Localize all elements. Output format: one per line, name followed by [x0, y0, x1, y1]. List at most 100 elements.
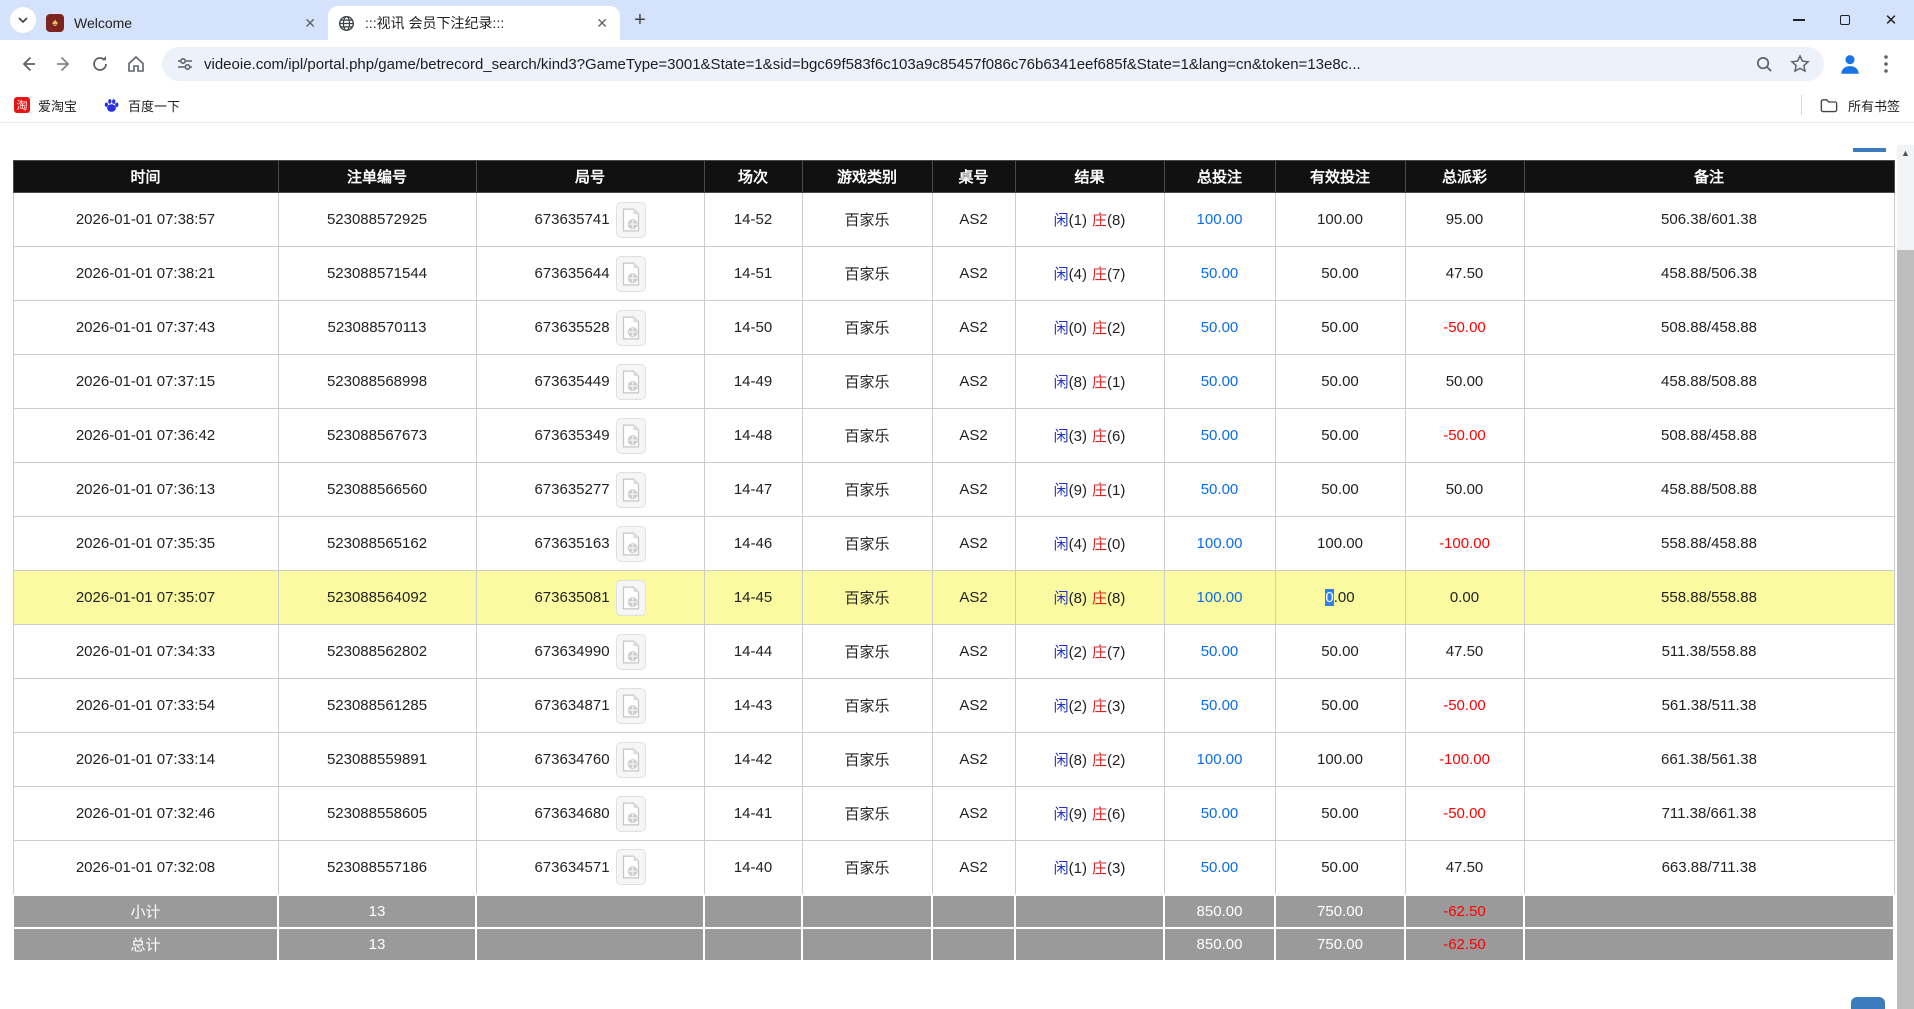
page-scrollbar[interactable]: ▲ — [1897, 145, 1914, 1009]
cell-game-type: 百家乐 — [802, 301, 932, 355]
maximize-button[interactable] — [1822, 0, 1868, 40]
scroll-top-indicator[interactable] — [1853, 148, 1886, 152]
cell-total-bet-link[interactable]: 100.00 — [1164, 733, 1275, 787]
tab-welcome[interactable]: ♠ Welcome ✕ — [36, 6, 328, 40]
video-replay-button[interactable] — [616, 202, 646, 238]
cell-total-bet-link[interactable]: 100.00 — [1164, 571, 1275, 625]
bookmark-star-icon[interactable] — [1790, 54, 1810, 74]
cell-session: 14-52 — [704, 193, 802, 247]
close-tab-icon[interactable]: ✕ — [592, 15, 612, 32]
cell-payout: -50.00 — [1405, 301, 1524, 355]
cell-time: 2026-01-01 07:32:08 — [13, 841, 278, 895]
cell-result: 闲(9)庄(1) — [1015, 463, 1164, 517]
bookmark-baidu[interactable]: 百度一下 — [103, 96, 180, 115]
video-replay-button[interactable] — [616, 256, 646, 292]
cell-valid-bet: 50.00 — [1275, 463, 1405, 517]
close-window-button[interactable]: ✕ — [1868, 0, 1914, 40]
cell-total-bet-link[interactable]: 50.00 — [1164, 463, 1275, 517]
globe-icon — [338, 15, 355, 32]
player-result: 闲 — [1054, 212, 1069, 229]
cell-game-type: 百家乐 — [802, 409, 932, 463]
cell-payout: -100.00 — [1405, 733, 1524, 787]
cell-summary-payout: -62.50 — [1405, 895, 1524, 928]
site-info-icon[interactable] — [176, 55, 194, 73]
banker-result: 庄 — [1092, 806, 1107, 823]
cell-total-bet-link[interactable]: 50.00 — [1164, 841, 1275, 895]
scroll-bottom-button[interactable] — [1851, 997, 1885, 1009]
tab-bet-records[interactable]: :::视讯 会员下注纪录::: ✕ — [328, 6, 620, 40]
video-file-icon — [621, 370, 641, 394]
player-result: 闲 — [1054, 320, 1069, 337]
cell-result: 闲(8)庄(2) — [1015, 733, 1164, 787]
address-bar[interactable]: videoie.com/ipl/portal.php/game/betrecor… — [162, 47, 1824, 81]
cell-valid-bet: 50.00 — [1275, 247, 1405, 301]
all-bookmarks-button[interactable]: 所有书签 — [1801, 95, 1900, 115]
banker-result: 庄 — [1092, 320, 1107, 337]
bookmark-aitaobao[interactable]: 淘 爱淘宝 — [14, 96, 77, 115]
video-replay-button[interactable] — [616, 580, 646, 616]
cell-total-bet-link[interactable]: 100.00 — [1164, 517, 1275, 571]
cell-round: 673635644 — [476, 247, 704, 301]
cell-total-bet-link[interactable]: 50.00 — [1164, 625, 1275, 679]
video-file-icon — [621, 586, 641, 610]
banker-result: 庄 — [1092, 860, 1107, 877]
cell-total-bet-link[interactable]: 50.00 — [1164, 787, 1275, 841]
cell-total-bet-link[interactable]: 50.00 — [1164, 355, 1275, 409]
video-file-icon — [621, 478, 641, 502]
menu-kebab-button[interactable] — [1868, 46, 1904, 82]
video-replay-button[interactable] — [616, 849, 646, 885]
video-replay-button[interactable] — [616, 472, 646, 508]
new-tab-button[interactable]: + — [626, 6, 654, 34]
bet-records-table: 时间注单编号局号场次游戏类别桌号结果总投注有效投注总派彩备注 2026-01-0… — [12, 160, 1895, 962]
url-text[interactable]: videoie.com/ipl/portal.php/game/betrecor… — [204, 56, 1743, 73]
video-replay-button[interactable] — [616, 418, 646, 454]
forward-button[interactable] — [46, 46, 82, 82]
banker-result: 庄 — [1092, 590, 1107, 607]
video-replay-button[interactable] — [616, 634, 646, 670]
cell-total-bet-link[interactable]: 100.00 — [1164, 193, 1275, 247]
cell-table-no: AS2 — [932, 787, 1015, 841]
video-replay-button[interactable] — [616, 796, 646, 832]
minimize-button[interactable] — [1776, 0, 1822, 40]
video-replay-button[interactable] — [616, 364, 646, 400]
video-replay-button[interactable] — [616, 688, 646, 724]
cell-game-type: 百家乐 — [802, 733, 932, 787]
cell-note: 458.88/508.88 — [1524, 355, 1894, 409]
video-replay-button[interactable] — [616, 526, 646, 562]
maximize-icon — [1840, 15, 1850, 25]
cell-bet-id: 523088566560 — [278, 463, 476, 517]
scrollbar-thumb[interactable] — [1897, 250, 1914, 1009]
cell-payout: 0.00 — [1405, 571, 1524, 625]
cell-total-bet-link[interactable]: 50.00 — [1164, 679, 1275, 733]
cell-bet-id: 523088564092 — [278, 571, 476, 625]
cell-bet-id: 523088557186 — [278, 841, 476, 895]
home-button[interactable] — [118, 46, 154, 82]
video-file-icon — [621, 748, 641, 772]
video-replay-button[interactable] — [616, 742, 646, 778]
cell-total-bet-link[interactable]: 50.00 — [1164, 409, 1275, 463]
profile-avatar[interactable] — [1832, 46, 1868, 82]
scrollbar-up-arrow[interactable]: ▲ — [1897, 145, 1914, 161]
cell-result: 闲(2)庄(3) — [1015, 679, 1164, 733]
divider — [1801, 95, 1802, 115]
cell-result: 闲(2)庄(7) — [1015, 625, 1164, 679]
cell-valid-bet: 50.00 — [1275, 679, 1405, 733]
cell-total-bet-link[interactable]: 50.00 — [1164, 247, 1275, 301]
cell-payout: -100.00 — [1405, 517, 1524, 571]
close-tab-icon[interactable]: ✕ — [300, 15, 320, 32]
folder-icon — [1820, 98, 1838, 113]
player-result: 闲 — [1054, 752, 1069, 769]
reload-button[interactable] — [82, 46, 118, 82]
zoom-icon[interactable] — [1755, 55, 1774, 74]
cell-valid-bet: 50.00 — [1275, 355, 1405, 409]
back-button[interactable] — [10, 46, 46, 82]
tab-search-button[interactable] — [10, 7, 36, 33]
banker-result: 庄 — [1092, 536, 1107, 553]
cell-session: 14-45 — [704, 571, 802, 625]
table-row: 2026-01-01 07:37:43 523088570113 6736355… — [13, 301, 1894, 355]
video-replay-button[interactable] — [616, 310, 646, 346]
cell-total-bet-link[interactable]: 50.00 — [1164, 301, 1275, 355]
cell-game-type: 百家乐 — [802, 193, 932, 247]
column-header: 备注 — [1524, 161, 1894, 193]
forward-icon — [54, 54, 74, 74]
